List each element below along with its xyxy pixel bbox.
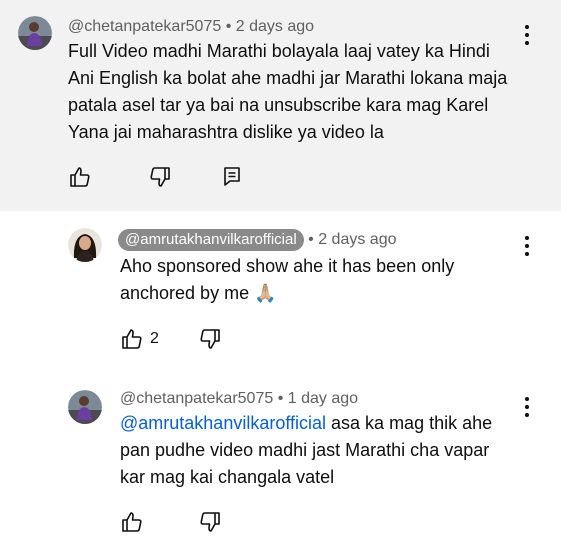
more-vert-icon [525,397,529,417]
comment-text: Aho sponsored show ahe it has been only … [120,253,470,307]
comment-2: @amrutakhanvilkarofficial • 2 days ago A… [0,211,561,379]
comment-time[interactable]: 1 day ago [288,390,358,407]
comment-1: @chetanpatekar5075 • 2 days ago Full Vid… [0,0,561,211]
avatar[interactable] [68,390,102,424]
like-button[interactable] [120,510,144,534]
avatar[interactable] [68,228,102,262]
comment-text-body: Aho sponsored show ahe it has been only … [120,256,455,303]
comment-author[interactable]: @chetanpatekar5075 [120,390,273,407]
comment-time[interactable]: 2 days ago [318,231,396,248]
thumbs-down-icon [200,329,220,349]
thumbs-up-icon [122,512,142,532]
folded-hands-emoji: 🙏🏼 [254,283,277,303]
meta-separator: • [308,231,314,248]
comment-time[interactable]: 2 days ago [236,18,314,35]
like-count: 2 [150,330,159,347]
reply-icon [224,167,240,186]
more-options-button[interactable] [520,395,534,419]
thumbs-up-icon [70,167,90,187]
reply-button[interactable] [220,165,244,189]
comment-text: @amrutakhanvilkarofficial asa ka mag thi… [120,410,510,491]
dislike-button[interactable] [148,165,172,189]
like-button[interactable] [68,165,92,189]
mention-link[interactable]: @amrutakhanvilkarofficial [120,413,326,433]
dislike-button[interactable] [198,510,222,534]
thumbs-down-icon [150,167,170,187]
thumbs-down-icon [200,512,220,532]
comment-text: Full Video madhi Marathi bolayala laaj v… [68,41,508,142]
like-button[interactable]: 2 [120,327,159,351]
comment-meta: @chetanpatekar5075 • 2 days ago [68,18,314,36]
comment-author[interactable]: @chetanpatekar5075 [68,18,221,35]
comment-meta: @chetanpatekar5075 • 1 day ago [120,390,358,408]
more-options-button[interactable] [520,234,534,258]
meta-separator: • [225,18,232,35]
more-vert-icon [525,236,529,256]
creator-handle-chip[interactable]: @amrutakhanvilkarofficial [118,229,304,251]
more-options-button[interactable] [520,23,534,47]
thumbs-up-icon [122,329,142,349]
comment-3: @chetanpatekar5075 • 1 day ago @amrutakh… [0,379,561,553]
meta-separator: • [277,390,284,407]
more-vert-icon [525,25,529,45]
avatar[interactable] [18,16,52,50]
comment-meta: @amrutakhanvilkarofficial • 2 days ago [118,229,396,251]
dislike-button[interactable] [198,327,222,351]
